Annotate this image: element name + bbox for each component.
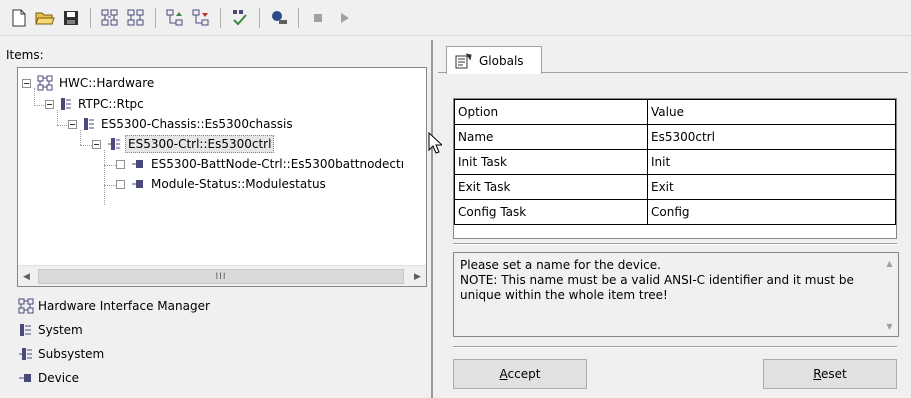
move-down-icon[interactable] (190, 7, 212, 29)
table-header-row: Option Value (454, 99, 896, 125)
subsystem-icon (108, 138, 120, 150)
toolbar-separator (155, 7, 156, 28)
tree-item-label: HWC::Hardware (59, 76, 155, 90)
check-icon[interactable] (229, 7, 251, 29)
toolbar (0, 0, 911, 36)
value-cell[interactable]: Es5300ctrl (647, 124, 896, 150)
scroll-right-icon[interactable]: ▶ (409, 266, 426, 287)
reset-button-label: Reset (813, 367, 847, 381)
device-icon (132, 160, 143, 168)
options-grid[interactable]: Option Value Name Es5300ctrl Init Task I… (453, 98, 897, 239)
option-cell: Init Task (454, 149, 648, 175)
item-tree[interactable]: HWC::Hardware RTPC::Rtpc ES5300-Chassis:… (17, 67, 427, 287)
grid-empty-area (454, 225, 896, 238)
accept-button-label: Accept (499, 367, 541, 381)
legend-system: System (18, 320, 83, 340)
legend-hardware-interface: Hardware Interface Manager (18, 296, 210, 316)
device-icon (132, 180, 143, 188)
column-header-option: Option (454, 99, 648, 125)
legend-label: Hardware Interface Manager (38, 299, 210, 313)
scroll-thumb[interactable]: III (38, 269, 404, 284)
properties-sheet-icon (455, 53, 472, 68)
value-cell[interactable]: Exit (647, 174, 896, 200)
items-pane: Items: HWC::Hardware RTPC::Rtpc ES5300-C… (0, 40, 428, 398)
accept-button[interactable]: Accept (453, 359, 587, 389)
pane-splitter[interactable] (428, 40, 436, 398)
vertical-scrollbar[interactable]: ▲ ▼ (881, 253, 898, 336)
tree-item-label: RTPC::Rtpc (78, 97, 144, 111)
tree-add-icon[interactable] (99, 7, 121, 29)
tree-item-label: ES5300-Chassis::Es5300chassis (101, 117, 293, 131)
leaf-box-icon (116, 179, 125, 189)
option-cell: Name (454, 124, 648, 150)
scroll-up-icon[interactable]: ▲ (881, 255, 898, 271)
subsystem-icon (19, 348, 32, 360)
value-cell[interactable]: Init (647, 149, 896, 175)
collapse-icon[interactable] (68, 119, 77, 129)
column-header-value: Value (647, 99, 896, 125)
tree-item-es5300-ctrl[interactable]: ES5300-Ctrl::Es5300ctrl (92, 134, 275, 154)
tree-item-es5300-chassis[interactable]: ES5300-Chassis::Es5300chassis (68, 114, 295, 134)
table-row[interactable]: Init Task Init (454, 149, 896, 175)
table-row[interactable]: Name Es5300ctrl (454, 124, 896, 150)
tree-connector (104, 150, 105, 205)
tab-globals[interactable]: Globals (446, 46, 542, 74)
device-icon (19, 374, 31, 382)
open-folder-icon[interactable] (34, 7, 56, 29)
system-icon (84, 118, 94, 130)
tree-item-battnode-ctrl[interactable]: ES5300-BattNode-Ctrl::Es5300battnodectı (116, 154, 406, 174)
tree-item-hardware[interactable]: HWC::Hardware (22, 73, 156, 93)
legend-label: Device (38, 371, 80, 385)
value-cell[interactable]: Config (647, 199, 896, 225)
items-label: Items: (6, 48, 44, 62)
options-table: Option Value Name Es5300ctrl Init Task I… (454, 99, 896, 225)
legend-subsystem: Subsystem (18, 344, 104, 364)
tree-item-rtpc[interactable]: RTPC::Rtpc (45, 94, 146, 114)
search-device-icon[interactable] (268, 7, 290, 29)
horizontal-scrollbar[interactable]: ◀ III ▶ (18, 265, 426, 286)
properties-pane: Globals Option Value Name Es5300ctrl Ini… (438, 40, 911, 398)
hardware-interface-icon (18, 298, 34, 314)
option-cell: Exit Task (454, 174, 648, 200)
separator (453, 243, 897, 245)
scroll-down-icon[interactable]: ▼ (881, 318, 898, 334)
scroll-thumb-grip: III (215, 271, 227, 282)
toolbar-separator (259, 7, 260, 28)
system-icon (61, 98, 71, 110)
tree-remove-icon[interactable] (125, 7, 147, 29)
new-file-icon[interactable] (8, 7, 30, 29)
stop-icon (307, 7, 329, 29)
move-up-icon[interactable] (164, 7, 186, 29)
system-icon (20, 324, 31, 336)
collapse-icon[interactable] (22, 78, 31, 88)
leaf-box-icon (116, 159, 125, 169)
tree-item-module-status[interactable]: Module-Status::Modulestatus (116, 174, 328, 194)
legend-label: Subsystem (38, 347, 105, 361)
legend-device: Device (18, 368, 79, 388)
save-icon[interactable] (60, 7, 82, 29)
help-text-box[interactable]: Please set a name for the device. NOTE: … (453, 252, 899, 337)
separator (453, 346, 897, 348)
reset-button[interactable]: Reset (763, 359, 897, 389)
play-icon (333, 7, 355, 29)
collapse-icon[interactable] (92, 139, 101, 149)
option-cell: Config Task (454, 199, 648, 225)
legend-label: System (38, 323, 83, 337)
scroll-left-icon[interactable]: ◀ (18, 266, 35, 287)
toolbar-separator (298, 7, 299, 28)
splitter-bar (431, 40, 433, 398)
table-row[interactable]: Config Task Config (454, 199, 896, 225)
tree-item-label: Module-Status::Modulestatus (151, 177, 326, 191)
toolbar-separator (220, 7, 221, 28)
hardware-interface-icon (37, 75, 53, 91)
help-text: Please set a name for the device. NOTE: … (460, 258, 854, 302)
tree-item-label: ES5300-BattNode-Ctrl::Es5300battnodectı (151, 157, 405, 171)
tab-label: Globals (479, 53, 524, 68)
collapse-icon[interactable] (45, 99, 54, 109)
table-row[interactable]: Exit Task Exit (454, 174, 896, 200)
tree-item-label: ES5300-Ctrl::Es5300ctrl (125, 135, 275, 153)
toolbar-separator (90, 7, 91, 28)
